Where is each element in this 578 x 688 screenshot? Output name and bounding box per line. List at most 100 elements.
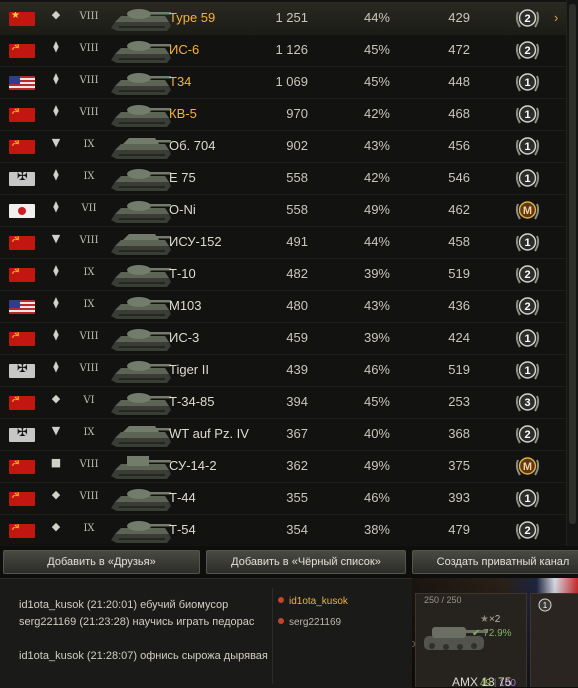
- garage-preview: Бою 250 / 250 ★×2 ✔ 72.9% 49 | 100 AMX 1…: [412, 578, 578, 687]
- svg-text:1: 1: [524, 333, 530, 345]
- avg-experience: 448: [448, 74, 470, 89]
- tier-label: IX: [83, 267, 95, 278]
- ussr-flag-icon: [9, 108, 35, 122]
- vehicle-row[interactable]: ▼ VIII ИСУ-152 491 44% 458 1: [0, 226, 566, 259]
- svg-text:1: 1: [543, 601, 548, 610]
- tank-image-icon: [109, 452, 173, 480]
- win-rate: 46%: [363, 362, 390, 377]
- svg-text:2: 2: [524, 13, 530, 25]
- add-friend-button[interactable]: Добавить в «Друзья»: [3, 550, 200, 574]
- avg-experience: 253: [448, 394, 470, 409]
- vehicle-row[interactable]: ■ VIII СУ-14-2 362 49% 375 M: [0, 450, 566, 483]
- vehicle-row[interactable]: ⧫ VIII Tiger II 439 46% 519 1: [0, 354, 566, 387]
- battles-count: 362: [286, 458, 308, 473]
- tank-name: Т-44: [169, 490, 196, 505]
- ussr-flag-icon: [9, 460, 35, 474]
- medium-tank-icon: ◆: [51, 488, 61, 501]
- vehicle-card[interactable]: 1: [530, 593, 578, 687]
- svg-text:2: 2: [524, 525, 530, 537]
- scrollbar-thumb[interactable]: [569, 4, 576, 524]
- tank-name: СУ-14-2: [169, 458, 217, 473]
- tank-name: Об. 704: [169, 138, 216, 153]
- svg-text:1: 1: [524, 365, 530, 377]
- avg-experience: 436: [448, 298, 470, 313]
- avg-experience: 462: [448, 202, 470, 217]
- avg-experience: 546: [448, 170, 470, 185]
- svg-text:2: 2: [524, 301, 530, 313]
- win-rate: 44%: [363, 234, 390, 249]
- chevron-right-icon[interactable]: ›: [554, 10, 558, 25]
- vehicle-row[interactable]: ◆ VI Т-34-85 394 45% 253 3: [0, 386, 566, 419]
- stats-scrollbar[interactable]: [566, 0, 578, 546]
- tank-image-icon: [109, 100, 173, 128]
- heavy-tank-icon: ⧫: [53, 328, 59, 341]
- win-rate: 49%: [363, 458, 390, 473]
- vehicle-row[interactable]: ⧫ VIII КВ-5 970 42% 468 1: [0, 98, 566, 131]
- member-item[interactable]: serg221169: [278, 617, 341, 628]
- mastery-badge-icon: 1: [514, 326, 541, 351]
- tank-name: Type 59: [169, 10, 216, 25]
- vehicle-row[interactable]: ⧫ VIII ИС-3 459 39% 424 1: [0, 322, 566, 355]
- chat-message: id1ota_kusok (21:20:01) ебучий биомусор: [19, 599, 229, 611]
- tier-label: IX: [83, 427, 95, 438]
- win-rate: 39%: [363, 330, 390, 345]
- tier-label: VIII: [79, 363, 99, 374]
- ussr-flag-icon: [9, 524, 35, 538]
- tank-name: M103: [169, 298, 202, 313]
- germany-flag-icon: [9, 172, 35, 186]
- vehicle-row[interactable]: ▼ IX WT auf Pz. IV 367 40% 368 2: [0, 418, 566, 451]
- spg-icon: ■: [50, 456, 62, 469]
- win-rate: 42%: [363, 106, 390, 121]
- svg-text:1: 1: [524, 141, 530, 153]
- vehicle-row[interactable]: ◆ VIII Type 59 1 251 44% 429 2 ›: [0, 2, 566, 35]
- vehicle-row[interactable]: ⧫ VIII ИС-6 1 126 45% 472 2: [0, 34, 566, 67]
- vehicle-row[interactable]: ◆ VIII Т-44 355 46% 393 1: [0, 482, 566, 515]
- member-name: id1ota_kusok: [289, 596, 348, 607]
- create-private-channel-button[interactable]: Создать приватный канал: [412, 550, 578, 574]
- tank-image-icon: [109, 36, 173, 64]
- usa-flag-icon: [9, 76, 35, 90]
- tank-name: E 75: [169, 170, 196, 185]
- vehicle-row[interactable]: ⧫ VII O-Ni 558 49% 462 M: [0, 194, 566, 227]
- avg-experience: 458: [448, 234, 470, 249]
- tier-label: VI: [83, 395, 95, 406]
- battles-count: 1 126: [275, 42, 308, 57]
- vehicle-row[interactable]: ◆ IX Т-54 354 38% 479 2: [0, 514, 566, 546]
- tank-image-icon: [109, 260, 173, 288]
- avg-experience: 393: [448, 490, 470, 505]
- mastery-badge-icon: 2: [514, 518, 541, 543]
- tank-name: Т-10: [169, 266, 196, 281]
- battles-count: 558: [286, 202, 308, 217]
- svg-text:M: M: [523, 461, 532, 473]
- add-blacklist-button[interactable]: Добавить в «Чёрный список»: [206, 550, 406, 574]
- tier-label: VIII: [79, 11, 99, 22]
- check-icon: ✔: [472, 628, 481, 639]
- tank-image-icon: [109, 228, 173, 256]
- win-rate: 38%: [363, 522, 390, 537]
- vehicle-row[interactable]: ⧫ VIII T34 1 069 45% 448 1: [0, 66, 566, 99]
- tank-name: ИС-6: [169, 42, 200, 57]
- win-rate: 39%: [363, 266, 390, 281]
- mastery-badge-icon: 2: [514, 38, 541, 63]
- heavy-tank-icon: ⧫: [53, 104, 59, 117]
- vehicle-row[interactable]: ⧫ IX M103 480 43% 436 2: [0, 290, 566, 323]
- vehicle-row[interactable]: ⧫ IX Т-10 482 39% 519 2: [0, 258, 566, 291]
- tank-name: O-Ni: [169, 202, 196, 217]
- vehicle-row[interactable]: ▼ IX Об. 704 902 43% 456 1: [0, 130, 566, 163]
- heavy-tank-icon: ⧫: [53, 40, 59, 53]
- battles-count: 482: [286, 266, 308, 281]
- battles-count: 439: [286, 362, 308, 377]
- battles-count: 459: [286, 330, 308, 345]
- mastery-badge-icon: 1: [514, 70, 541, 95]
- mastery-badge-icon: 1: [514, 102, 541, 127]
- vehicle-card[interactable]: 250 / 250 ★×2 ✔ 72.9% 49 | 100: [415, 593, 527, 687]
- tier-label: VIII: [79, 235, 99, 246]
- avg-experience: 424: [448, 330, 470, 345]
- vehicle-row[interactable]: ⧫ IX E 75 558 42% 546 1: [0, 162, 566, 195]
- member-item[interactable]: id1ota_kusok: [278, 596, 348, 607]
- medium-tank-icon: ◆: [51, 520, 61, 533]
- tank-name: ИС-3: [169, 330, 200, 345]
- battles-count: 394: [286, 394, 308, 409]
- tier-label: VIII: [79, 75, 99, 86]
- tank-image-icon: [109, 484, 173, 512]
